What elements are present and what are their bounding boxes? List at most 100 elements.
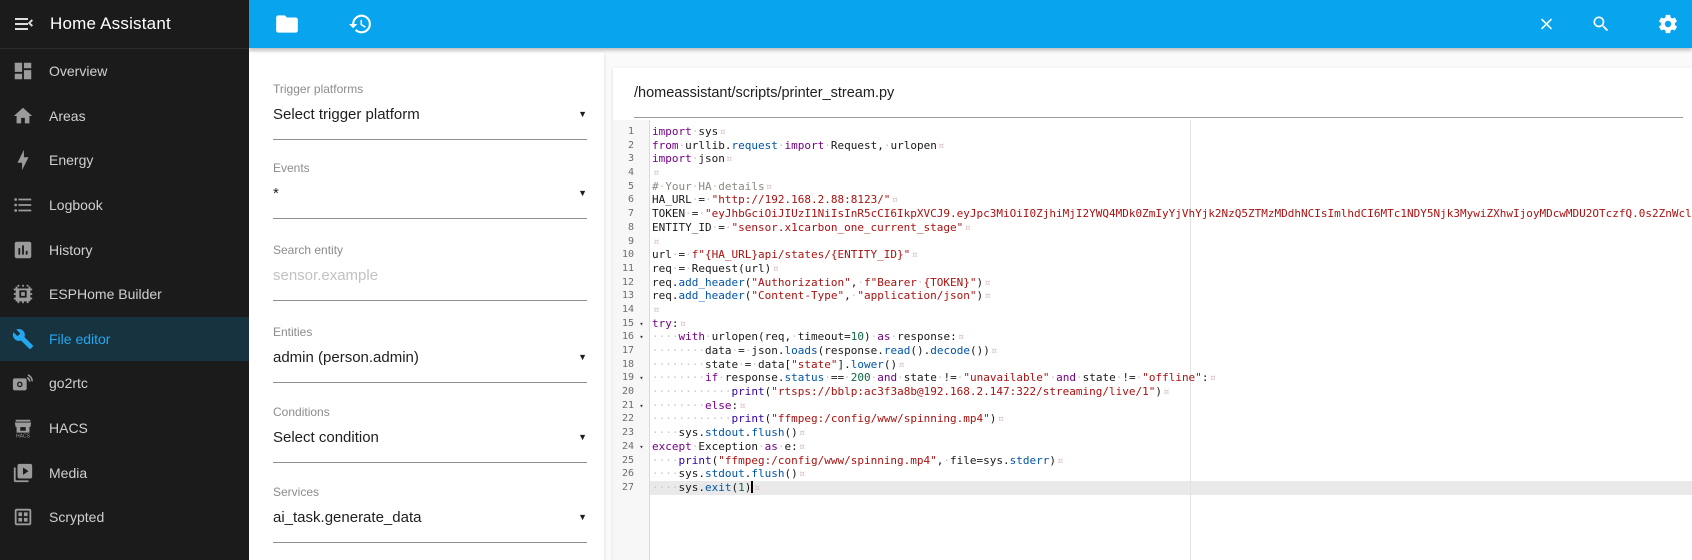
select-events[interactable]: * ▼ <box>273 184 587 202</box>
line-number: 13 <box>621 290 634 302</box>
sidebar-item-label: Energy <box>49 152 94 169</box>
code-text: ····sys.exit(1) ¤ <box>652 480 761 494</box>
line-number: 18 <box>621 358 634 370</box>
logbook-icon <box>12 194 34 216</box>
hacs-store-icon: HACS <box>12 417 34 439</box>
field-entities: Entities admin (person.admin) ▼ <box>273 325 587 383</box>
sidebar: Home Assistant Overview Areas Energy Logboo… <box>0 0 249 560</box>
code-text: TOKEN·=·"eyJhbGciOiJIUzI1NiIsInR5cCI6Ikp… <box>649 207 1692 221</box>
line-number: 19 <box>621 372 634 384</box>
sidebar-item-energy[interactable]: Energy <box>0 138 249 183</box>
folder-button[interactable] <box>274 11 300 37</box>
line-number: 20 <box>621 386 634 398</box>
field-value: admin (person.admin) <box>273 348 419 366</box>
code-line-5: 5 #·Your·HA·details¤ <box>613 180 1692 194</box>
line-number: 23 <box>621 427 634 439</box>
sidebar-toggle-icon[interactable] <box>12 12 36 36</box>
code-text: ····sys.stdout.flush()¤ <box>652 467 806 481</box>
file-path-field[interactable]: /homeassistant/scripts/printer_stream.py <box>634 68 1683 118</box>
eol-marker: ¤ <box>798 467 806 481</box>
sidebar-items: Overview Areas Energy Logbook History ESPHome… <box>0 49 249 540</box>
code-text: ¤ <box>649 166 1692 180</box>
search-entity-input[interactable]: sensor.example <box>273 266 587 284</box>
code-line-13: 13 req.add_header("Content-Type",·"applic… <box>613 289 1692 303</box>
sidebar-item-history[interactable]: History <box>0 227 249 272</box>
code-line-4: 4 ¤ <box>613 166 1692 180</box>
sidebar-item-label: File editor <box>49 330 111 347</box>
sidebar-item-media[interactable]: Media <box>0 450 249 495</box>
eol-marker: ¤ <box>957 330 965 344</box>
chevron-down-icon: ▼ <box>578 512 587 522</box>
line-number: 15 <box>621 317 634 329</box>
code-line-26: 26 ····sys.stdout.flush()¤ <box>613 467 1692 481</box>
close-button[interactable] <box>1537 15 1556 34</box>
field-search-entity: Search entity sensor.example <box>273 243 587 301</box>
field-value: Select condition <box>273 428 379 446</box>
automation-form-panel: Trigger platforms Select trigger platform… <box>249 52 604 560</box>
select-services[interactable]: ai_task.generate_data ▼ <box>273 508 587 526</box>
code-line-27: 27 ····sys.exit(1) ¤ <box>613 480 1692 495</box>
history-chart-icon <box>12 239 34 261</box>
fold-arrow-icon[interactable]: ▾ <box>634 330 649 344</box>
field-value: ai_task.generate_data <box>273 508 422 526</box>
code-line-22: 22 ············print("ffmpeg:/config/www/… <box>613 412 1692 426</box>
line-number: 14 <box>621 303 634 315</box>
eol-marker: ¤ <box>984 289 991 303</box>
sidebar-item-overview[interactable]: Overview <box>0 49 249 94</box>
fold-arrow-icon[interactable]: ▾ <box>634 371 649 385</box>
settings-button[interactable] <box>1657 13 1679 35</box>
select-conditions[interactable]: Select condition ▼ <box>273 428 587 446</box>
sidebar-item-scrypted[interactable]: Scrypted <box>0 495 249 540</box>
select-trigger-platforms[interactable]: Select trigger platform ▼ <box>273 105 587 123</box>
line-number: 1 <box>627 126 634 137</box>
close-icon <box>1537 15 1556 34</box>
settings-icon <box>1657 13 1679 35</box>
fold-arrow-icon[interactable]: ▾ <box>634 317 649 331</box>
sidebar-item-areas[interactable]: Areas <box>0 94 249 139</box>
recent-files-button[interactable] <box>348 12 373 37</box>
code-line-24: 24 ▾ except·Exception·as·e:¤ <box>613 440 1692 454</box>
eol-marker: ¤ <box>1209 371 1217 385</box>
field-underline <box>273 462 587 463</box>
line-number: 21 <box>621 399 634 411</box>
eol-marker: ¤ <box>1162 385 1170 399</box>
media-icon <box>12 462 34 484</box>
sidebar-item-hacs[interactable]: HACS HACS <box>0 406 249 451</box>
code-text: ¤ <box>649 303 1692 317</box>
select-entities[interactable]: admin (person.admin) ▼ <box>273 348 587 366</box>
sidebar-item-label: go2rtc <box>49 375 88 392</box>
field-services: Services ai_task.generate_data ▼ <box>273 485 587 543</box>
search-button[interactable] <box>1591 14 1611 34</box>
sidebar-item-go2rtc[interactable]: go2rtc <box>0 361 249 406</box>
code-text: import·json¤ <box>652 152 733 166</box>
sidebar-item-esphome-builder[interactable]: ESPHome Builder <box>0 272 249 317</box>
sidebar-item-logbook[interactable]: Logbook <box>0 183 249 228</box>
app-title: Home Assistant <box>50 14 171 33</box>
code-text: ····with·urlopen(req,·timeout=10)·as·res… <box>652 330 965 344</box>
chevron-down-icon: ▼ <box>578 352 587 362</box>
sidebar-item-label: HACS <box>49 420 88 437</box>
line-number: 12 <box>621 276 634 288</box>
fold-arrow-icon[interactable]: ▾ <box>634 399 649 413</box>
sidebar-item-label: Scrypted <box>49 509 105 526</box>
fold-arrow-icon[interactable]: ▾ <box>634 440 649 454</box>
eol-marker: ¤ <box>653 234 660 248</box>
field-underline <box>273 542 587 543</box>
eol-marker: ¤ <box>911 248 918 262</box>
code-editor[interactable]: 1 import·sys¤ 2 from·urllib.request·import·… <box>613 120 1692 560</box>
sidebar-item-file-editor[interactable]: File editor <box>0 316 249 362</box>
code-line-16: 16 ▾ ····with·urlopen(req,·timeout=10)·as·… <box>613 330 1692 344</box>
field-underline <box>273 382 587 383</box>
svg-text:HACS: HACS <box>16 434 31 439</box>
